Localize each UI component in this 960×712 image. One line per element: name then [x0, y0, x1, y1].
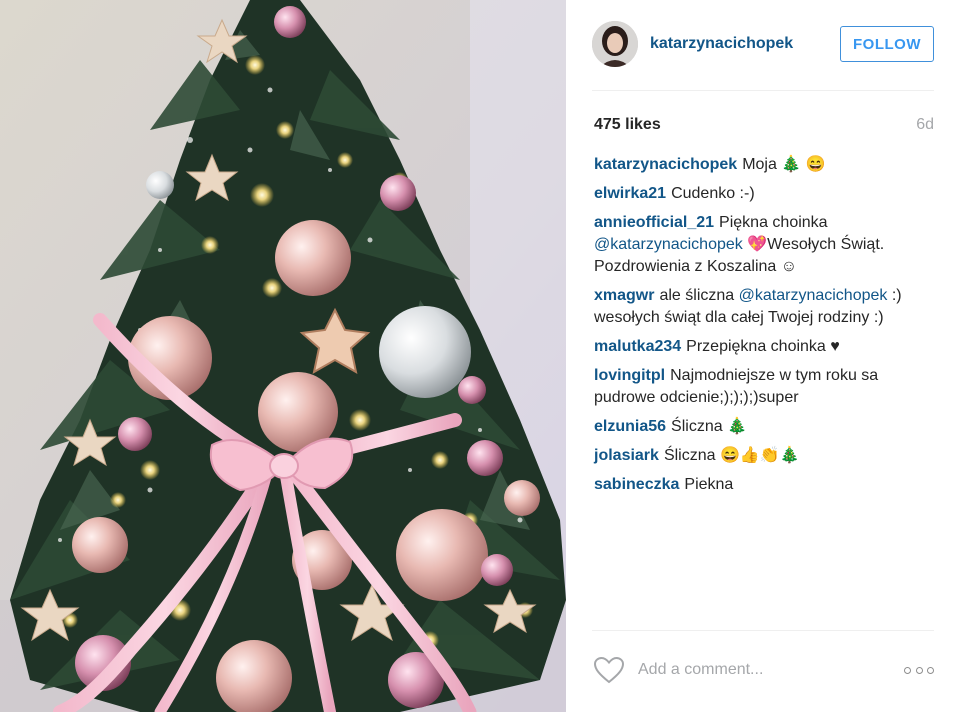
- comment-text: Piękna choinka: [719, 214, 828, 231]
- comment-item: elwirka21 Cudenko :-): [594, 183, 934, 205]
- comment-text: Moja 🎄 😄: [742, 156, 826, 173]
- comment-author[interactable]: lovingitpl: [594, 367, 665, 384]
- post-time[interactable]: 6d: [916, 116, 934, 134]
- likes-count[interactable]: 475 likes: [594, 116, 661, 134]
- comment-author[interactable]: malutka234: [594, 338, 681, 355]
- author-username[interactable]: katarzynacichopek: [650, 35, 840, 53]
- footer-divider: [592, 630, 934, 631]
- follow-button[interactable]: FOLLOW: [840, 26, 934, 62]
- post-details-panel: katarzynacichopek FOLLOW 475 likes 6d ka…: [566, 0, 960, 712]
- comment-text: ale śliczna: [659, 287, 739, 304]
- comment-text: Cudenko :-): [671, 185, 755, 202]
- post-stats: 475 likes 6d: [594, 114, 934, 136]
- post-header: katarzynacichopek FOLLOW: [592, 20, 934, 68]
- comment-mention[interactable]: @katarzynacichopek: [594, 236, 743, 253]
- post-photo[interactable]: [0, 0, 566, 712]
- comment-author[interactable]: xmagwr: [594, 287, 654, 304]
- comment-input[interactable]: [638, 661, 904, 679]
- comment-item: katarzynacichopek Moja 🎄 😄: [594, 154, 934, 176]
- comment-item: annieofficial_21 Piękna choinka @katarzyn…: [594, 212, 934, 278]
- comment-author[interactable]: katarzynacichopek: [594, 156, 737, 173]
- avatar[interactable]: [592, 21, 638, 67]
- comment-author[interactable]: annieofficial_21: [594, 214, 714, 231]
- comment-text: Śliczna 🎄: [671, 418, 747, 435]
- heart-outline-icon[interactable]: [592, 654, 626, 686]
- comment-author[interactable]: elwirka21: [594, 185, 666, 202]
- comment-author[interactable]: sabineczka: [594, 476, 679, 493]
- comment-text: Śliczna 😄👍👏🎄: [663, 447, 800, 464]
- comment-item: elzunia56 Śliczna 🎄: [594, 416, 934, 438]
- comment-author[interactable]: elzunia56: [594, 418, 666, 435]
- comment-mention[interactable]: @katarzynacichopek: [739, 287, 888, 304]
- comment-item: jolasiark Śliczna 😄👍👏🎄: [594, 445, 934, 467]
- more-options-icon[interactable]: [904, 665, 934, 675]
- post-footer: [592, 652, 934, 688]
- comment-item: lovingitpl Najmodniejsze w tym roku sa pu…: [594, 365, 934, 409]
- comment-item: malutka234 Przepiękna choinka ♥: [594, 336, 934, 358]
- header-divider: [592, 90, 934, 91]
- comment-item: sabineczka Piekna: [594, 474, 934, 496]
- comment-author[interactable]: jolasiark: [594, 447, 659, 464]
- comment-text: Przepiękna choinka ♥: [686, 338, 840, 355]
- comment-text: Piekna: [684, 476, 734, 493]
- comment-item: xmagwr ale śliczna @katarzynacichopek :) …: [594, 285, 934, 329]
- comment-list: katarzynacichopek Moja 🎄 😄 elwirka21 Cudenk…: [594, 154, 934, 503]
- christmas-tree-image: [0, 0, 566, 712]
